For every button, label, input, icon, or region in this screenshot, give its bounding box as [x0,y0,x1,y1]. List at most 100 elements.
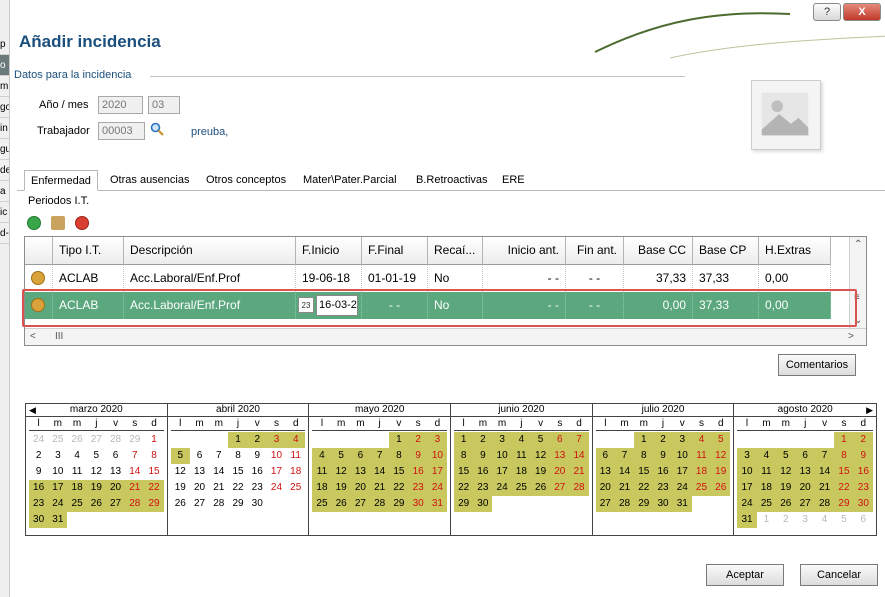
calendar-day[interactable]: 24 [672,480,692,496]
calendar-day[interactable]: 23 [29,496,49,512]
calendar-day[interactable]: 11 [691,448,712,464]
calendar-day[interactable]: 28 [614,496,635,512]
calendar-day[interactable]: 2 [29,448,48,464]
calendar-day[interactable]: 19 [86,480,106,496]
tab-mater-pater-parcial[interactable]: Mater\Pater.Parcial [297,170,403,191]
calendar-day[interactable]: 29 [454,496,474,512]
header-recaida[interactable]: Recaí... [428,237,483,265]
calendar-day[interactable]: 2 [473,432,493,448]
calendar-day[interactable]: 30 [248,496,267,512]
calendar-day[interactable]: 9 [653,448,673,464]
calendar-day[interactable]: 26 [776,496,796,512]
calendar-day[interactable]: 11 [511,448,531,464]
calendar-day[interactable]: 1 [834,432,854,448]
add-icon[interactable] [27,216,41,230]
calendar-day[interactable]: 20 [595,480,615,496]
calendar-day[interactable]: 29 [834,496,854,512]
calendar-day[interactable]: 2 [653,432,673,448]
calendar-day[interactable]: 2 [408,432,428,448]
calendar-day[interactable]: 8 [144,448,163,464]
table-row[interactable]: ACLAB Acc.Laboral/Enf.Prof 19-06-18 01-0… [25,265,831,292]
scroll-right-icon[interactable]: > [848,331,854,342]
calendar-day[interactable]: 14 [209,464,228,480]
calendar-day[interactable]: 4 [67,448,86,464]
calendar-day[interactable]: 12 [711,448,731,464]
calendar-day[interactable]: 15 [389,464,409,480]
calendar-day[interactable]: 16 [408,464,428,480]
calendar-day[interactable]: 1 [634,432,654,448]
calendar-day[interactable]: 8 [634,448,654,464]
calendar-day[interactable]: 15 [144,464,163,480]
calendar-day[interactable]: 1 [454,432,474,448]
calendar-day[interactable]: 30 [473,496,493,512]
search-icon[interactable] [150,122,164,136]
calendar-day[interactable]: 19 [530,464,551,480]
calendar-day[interactable]: 30 [853,496,874,512]
calendar-day[interactable]: 2 [853,432,874,448]
tab-otros-conceptos[interactable]: Otros conceptos [200,170,292,191]
calendar-day[interactable]: 10 [427,448,448,464]
calendar-day[interactable]: 2 [247,432,267,448]
calendar-day[interactable]: 26 [331,496,351,512]
calendar-day[interactable]: 8 [228,448,247,464]
calendar-day[interactable]: 21 [569,464,589,480]
calendar-day[interactable]: 12 [171,464,190,480]
calendar-day[interactable]: 12 [776,464,796,480]
calendar-day[interactable]: 16 [653,464,673,480]
calendar-day[interactable]: 13 [106,464,125,480]
calendar-day[interactable]: 31 [427,496,448,512]
calendar-day[interactable]: 7 [370,448,390,464]
calendar-day[interactable]: 21 [125,480,145,496]
calendar-day[interactable]: 14 [614,464,635,480]
calendar-day[interactable]: 13 [350,464,371,480]
calendar-day[interactable]: 7 [814,448,835,464]
calendar-day[interactable]: 26 [711,480,731,496]
calendar-day[interactable]: 30 [408,496,428,512]
calendar-day[interactable]: 20 [350,480,371,496]
calendar-day[interactable]: 18 [312,480,332,496]
edit-icon[interactable] [51,216,65,230]
calendar-day[interactable]: 1 [144,432,163,448]
calendar-day[interactable]: 22 [634,480,654,496]
calendar-day[interactable]: 14 [125,464,144,480]
calendar-day[interactable]: 26 [530,480,551,496]
calendar-day[interactable]: 29 [634,496,654,512]
calendar-day[interactable]: 23 [408,480,428,496]
calendar-day[interactable]: 18 [691,464,712,480]
calendar-day[interactable]: 22 [228,480,247,496]
calendar-day[interactable]: 17 [267,464,286,480]
calendar-day[interactable]: 9 [853,448,874,464]
calendar-day[interactable]: 28 [370,496,390,512]
calendar-day[interactable]: 10 [267,448,286,464]
calendar-day[interactable]: 20 [550,464,570,480]
calendar-day[interactable]: 23 [248,480,267,496]
calendar-day[interactable]: 27 [550,480,570,496]
calendar-day[interactable]: 29 [144,496,164,512]
calendar-day[interactable]: 19 [711,464,731,480]
header-f-final[interactable]: F.Final [362,237,428,265]
calendar-day[interactable]: 6 [190,448,209,464]
month-field[interactable]: 03 [148,96,180,114]
calendar-day[interactable]: 31 [672,496,692,512]
calendar-day[interactable]: 28 [569,480,589,496]
calendar-day[interactable]: 24 [48,496,68,512]
calendar-day[interactable]: 15 [454,464,474,480]
calendar-day[interactable]: 3 [492,432,512,448]
calendar-day[interactable]: 28 [209,496,228,512]
cancelar-button[interactable]: Cancelar [800,564,878,586]
header-tipo-it[interactable]: Tipo I.T. [53,237,124,265]
calendar-day[interactable]: 5 [87,448,106,464]
calendar-day[interactable]: 16 [29,480,49,496]
calendar-day[interactable]: 9 [408,448,428,464]
calendar-day[interactable]: 10 [672,448,692,464]
calendar-day[interactable]: 16 [248,464,267,480]
help-button[interactable]: ? [813,3,841,21]
calendar-day[interactable]: 6 [550,432,570,448]
calendar-day[interactable]: 18 [756,480,777,496]
calendar-day[interactable]: 6 [106,448,125,464]
calendar-day[interactable]: 9 [29,464,48,480]
calendar-day[interactable]: 28 [125,496,145,512]
prev-month-arrow-icon[interactable]: ◀ [29,404,36,416]
calendar-day[interactable]: 25 [312,496,332,512]
calendar-day[interactable]: 27 [190,496,209,512]
